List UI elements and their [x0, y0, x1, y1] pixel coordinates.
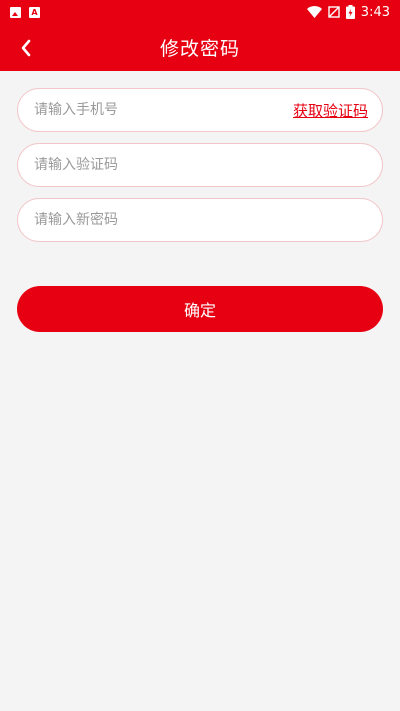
font-icon: A: [29, 6, 40, 18]
status-right: 3:43: [306, 4, 390, 20]
status-left: A: [10, 6, 40, 18]
get-code-button[interactable]: 获取验证码: [293, 100, 368, 121]
chevron-left-icon: [21, 39, 31, 56]
page-title: 修改密码: [159, 38, 240, 60]
code-field: [17, 143, 383, 187]
status-time: 3:43: [360, 4, 390, 20]
image-icon: [10, 6, 21, 18]
status-bar: A 3:43: [0, 0, 400, 24]
change-password-form: 获取验证码: [0, 71, 400, 242]
confirm-button[interactable]: 确定: [17, 286, 383, 332]
wifi-icon: [306, 6, 322, 18]
new-password-input[interactable]: [32, 211, 368, 229]
password-field: [17, 198, 383, 242]
no-signal-icon: [328, 6, 340, 18]
battery-charging-icon: [345, 5, 355, 19]
code-input[interactable]: [32, 156, 368, 174]
nav-bar: 修改密码: [0, 24, 400, 71]
phone-field: 获取验证码: [17, 88, 383, 132]
back-button[interactable]: [10, 24, 42, 71]
phone-input[interactable]: [32, 101, 293, 119]
